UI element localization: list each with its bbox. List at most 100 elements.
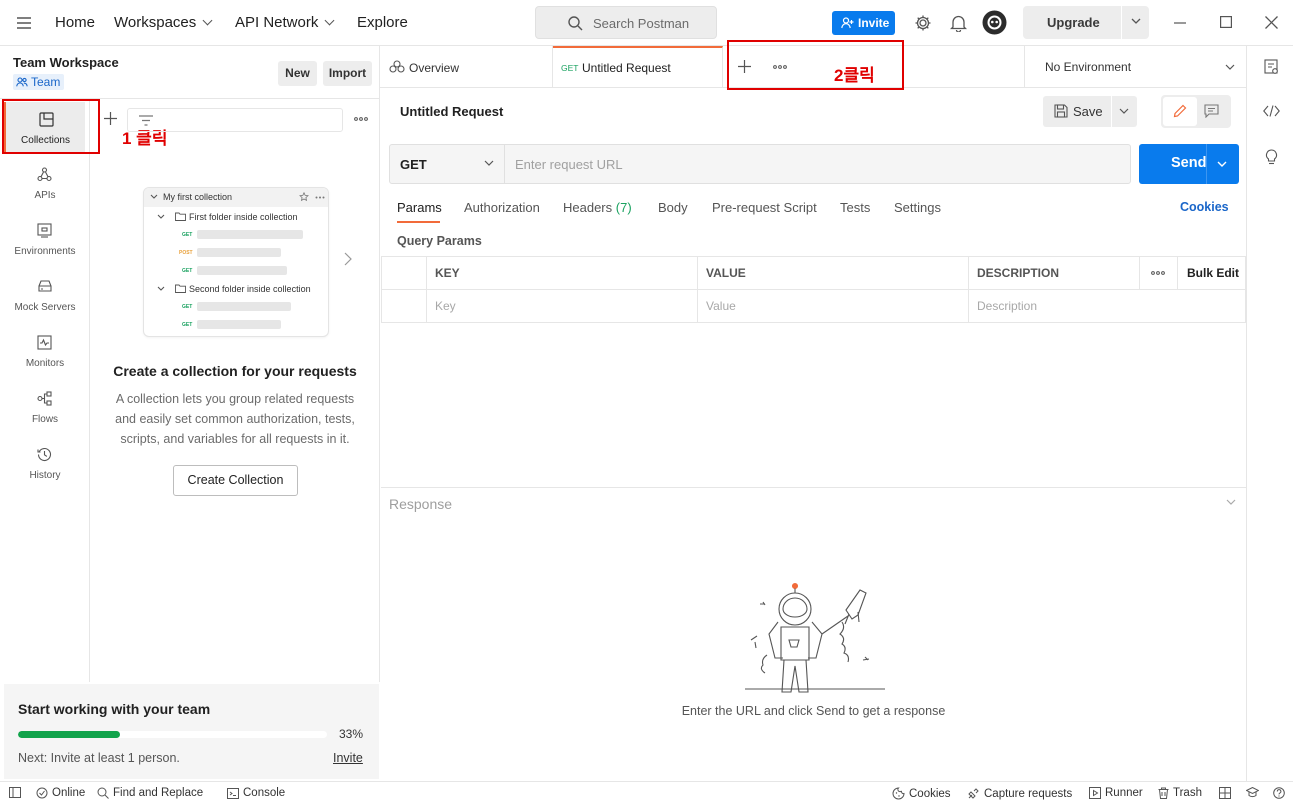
search-box[interactable]: Search Postman — [535, 6, 717, 39]
illustration-collection-name: My first collection — [163, 192, 233, 202]
new-button[interactable]: New — [278, 61, 317, 86]
runner[interactable]: Runner — [1089, 787, 1143, 799]
code-icon[interactable] — [1263, 105, 1280, 117]
request-title[interactable]: Untitled Request — [400, 104, 503, 119]
response-divider[interactable] — [381, 487, 1246, 488]
trash[interactable]: Trash — [1158, 787, 1202, 799]
runner-label: Runner — [1105, 787, 1143, 799]
pencil-icon — [1173, 104, 1187, 118]
team-progress-bar — [18, 731, 327, 738]
checkbox-column-header — [381, 256, 427, 290]
create-collection-button[interactable]: Create Collection — [173, 465, 298, 496]
workspace-title[interactable]: Team Workspace — [13, 55, 119, 70]
nav-explore[interactable]: Explore — [357, 14, 408, 31]
team-onboarding-panel: Start working with your team 33% Next: I… — [4, 684, 379, 779]
capture-requests[interactable]: Capture requests — [967, 787, 1072, 800]
chevron-down-icon[interactable] — [1119, 108, 1129, 115]
sidebar-item-apis[interactable]: APIs — [0, 158, 90, 214]
workspace-header: Team Workspace Team New Import — [0, 46, 380, 99]
sidebar-item-environments[interactable]: Environments — [0, 214, 90, 270]
sidebar-item-label: History — [29, 470, 61, 481]
chevron-right-icon — [344, 252, 352, 266]
tab-headers[interactable]: Headers (7) — [563, 200, 632, 215]
cookies-link[interactable]: Cookies — [1180, 200, 1229, 214]
chevron-down-icon[interactable] — [1131, 17, 1141, 25]
team-badge: Team — [13, 74, 65, 90]
nav-workspaces[interactable]: Workspaces — [114, 14, 213, 31]
close-icon[interactable] — [1265, 16, 1278, 29]
value-input[interactable]: Value — [697, 289, 969, 323]
minimize-icon[interactable] — [1174, 22, 1186, 24]
filter-input[interactable] — [127, 108, 343, 132]
tab-pre-request-script[interactable]: Pre-request Script — [712, 200, 817, 215]
nav-api-network-label: API Network — [235, 14, 319, 31]
tab-headers-label: Headers — [563, 200, 613, 215]
chevron-down-icon — [202, 15, 213, 26]
more-options-icon[interactable] — [354, 117, 368, 121]
description-input[interactable]: Description — [968, 289, 1246, 323]
sidebar-item-history[interactable]: History — [0, 438, 90, 494]
nav-home[interactable]: Home — [55, 14, 95, 31]
tab-tests[interactable]: Tests — [840, 200, 870, 215]
environment-selector[interactable]: No Environment — [1024, 46, 1246, 88]
column-header-key: KEY — [426, 256, 698, 290]
sidebar-item-flows[interactable]: Flows — [0, 382, 90, 438]
astronaut-illustration — [743, 582, 888, 698]
cookies-status[interactable]: Cookies — [892, 787, 951, 800]
illustration-request-bar — [197, 320, 281, 329]
find-and-replace[interactable]: Find and Replace — [97, 787, 203, 799]
save-button[interactable]: Save — [1043, 96, 1137, 127]
import-button[interactable]: Import — [323, 61, 372, 86]
team-icon — [16, 77, 28, 87]
chevron-down-icon[interactable] — [1226, 499, 1236, 506]
upgrade-button[interactable]: Upgrade — [1023, 6, 1149, 39]
capture-label: Capture requests — [984, 787, 1073, 800]
chevron-down-icon[interactable] — [1217, 161, 1227, 168]
headers-count: (7) — [615, 200, 632, 215]
tab-authorization[interactable]: Authorization — [464, 200, 540, 215]
runner-icon — [1089, 787, 1101, 799]
chevron-down-icon — [157, 286, 165, 292]
send-divider — [1206, 144, 1207, 184]
tab-params[interactable]: Params — [397, 200, 442, 215]
two-pane-view-icon[interactable] — [1219, 787, 1231, 799]
upgrade-divider — [1121, 6, 1122, 39]
tab-body[interactable]: Body — [658, 200, 688, 215]
settings-gear-icon[interactable] — [914, 14, 932, 32]
bulk-edit-button[interactable]: Bulk Edit — [1177, 256, 1246, 290]
sidebar-item-mock-servers[interactable]: Mock Servers — [0, 270, 90, 326]
bell-icon[interactable] — [950, 14, 967, 32]
avatar[interactable] — [982, 10, 1007, 35]
annotation-box-step2 — [727, 40, 904, 90]
tab-overview[interactable]: Overview — [380, 46, 553, 88]
add-collection-icon[interactable] — [104, 112, 117, 125]
nav-api-network[interactable]: API Network — [235, 14, 335, 31]
invite-button[interactable]: Invite — [832, 11, 895, 35]
help-icon[interactable] — [1273, 787, 1285, 799]
send-button[interactable]: Send — [1139, 144, 1239, 184]
invite-link[interactable]: Invite — [333, 751, 363, 765]
query-params-table: KEY VALUE DESCRIPTION Bulk Edit Key Valu… — [381, 256, 1246, 323]
overview-icon — [389, 60, 405, 73]
url-bar: GET Enter request URL — [389, 144, 1131, 184]
maximize-icon[interactable] — [1220, 16, 1232, 28]
toggle-sidebar-icon[interactable] — [9, 787, 21, 798]
tab-untitled-request[interactable]: GET Untitled Request — [553, 46, 723, 88]
sidebar-item-monitors[interactable]: Monitors — [0, 326, 90, 382]
url-input[interactable]: Enter request URL — [515, 157, 623, 172]
lightbulb-icon[interactable] — [1265, 149, 1278, 165]
method-select[interactable]: GET — [390, 145, 505, 183]
column-options-icon[interactable] — [1139, 256, 1178, 290]
environment-quick-look-icon[interactable] — [1264, 59, 1279, 75]
edit-mode-button[interactable] — [1163, 97, 1197, 126]
tab-settings[interactable]: Settings — [894, 200, 941, 215]
find-replace-label: Find and Replace — [113, 787, 204, 799]
search-placeholder: Search Postman — [593, 16, 690, 31]
menu-icon[interactable] — [17, 17, 31, 29]
collections-panel: My first collection First folder inside … — [90, 99, 380, 682]
bootcamp-icon[interactable] — [1246, 787, 1259, 798]
comment-icon[interactable] — [1204, 104, 1219, 118]
online-status[interactable]: Online — [36, 787, 85, 799]
key-input[interactable]: Key — [426, 289, 698, 323]
console[interactable]: Console — [227, 787, 285, 799]
